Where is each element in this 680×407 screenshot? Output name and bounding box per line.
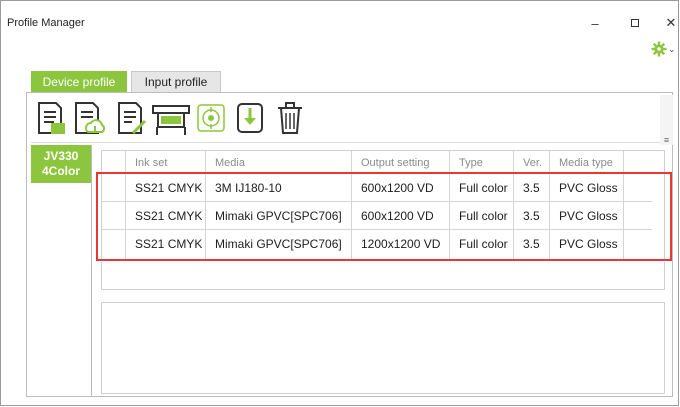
target-icon[interactable] xyxy=(194,99,228,137)
minimize-button[interactable]: – xyxy=(585,14,605,32)
printer-settings-icon[interactable] xyxy=(149,99,193,137)
printer-tab-jv330[interactable]: JV330 4Color xyxy=(31,145,91,183)
gear-icon xyxy=(651,41,667,57)
toolbar-overflow-button[interactable]: ≡ xyxy=(660,95,673,145)
chevron-down-icon: ⌄ xyxy=(668,43,676,54)
profile-list-icon[interactable] xyxy=(34,99,68,137)
tab-input-profile[interactable]: Input profile xyxy=(131,71,221,92)
tab-device-profile[interactable]: Device profile xyxy=(31,71,127,92)
profile-detail-panel xyxy=(101,302,665,394)
printer-color-mode: 4Color xyxy=(41,164,80,178)
toolbar xyxy=(31,95,660,143)
maximize-icon xyxy=(631,19,639,27)
upload-profile-icon[interactable] xyxy=(71,99,105,137)
download-icon[interactable] xyxy=(233,99,267,137)
maximize-button[interactable] xyxy=(625,14,645,32)
profile-footer-panel xyxy=(101,262,665,290)
close-button[interactable]: ✕ xyxy=(661,14,680,32)
settings-button[interactable]: ⌄ xyxy=(651,41,679,57)
window-title: Profile Manager xyxy=(7,17,85,29)
selection-highlight-box xyxy=(96,172,672,261)
sidebar-divider xyxy=(91,145,92,397)
trash-icon[interactable] xyxy=(273,99,307,137)
edit-profile-icon[interactable] xyxy=(114,99,148,137)
overflow-icon: ≡ xyxy=(663,135,670,145)
printer-model: JV330 xyxy=(43,149,79,163)
